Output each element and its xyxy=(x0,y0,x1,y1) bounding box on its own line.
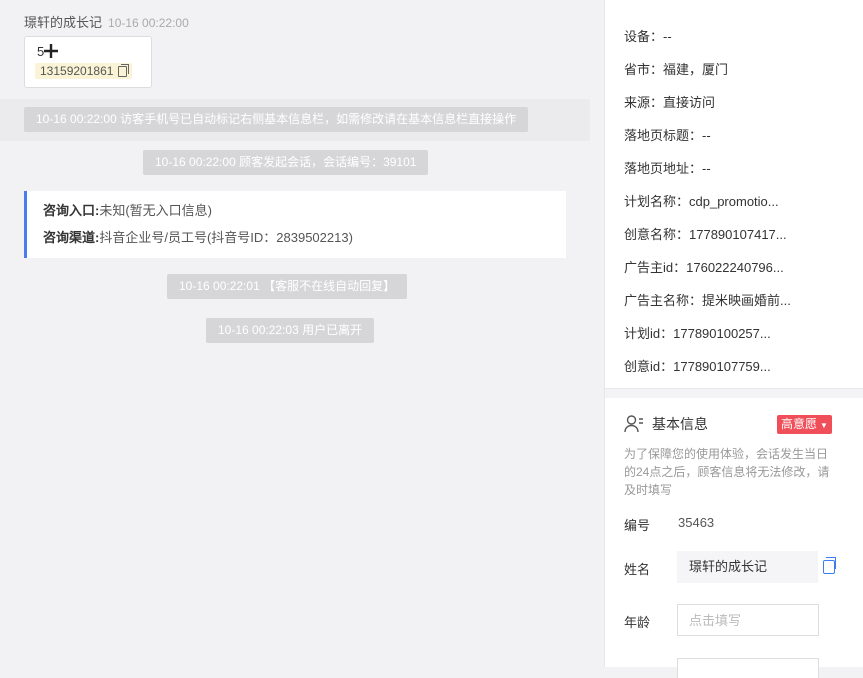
message-time: 10-16 00:22:00 xyxy=(108,16,189,30)
consult-channel-label: 咨询渠道: xyxy=(43,230,100,245)
info-label: 省市： xyxy=(624,62,664,77)
system-note-user-left: 10-16 00:22:03 用户已离开 xyxy=(206,318,375,343)
basic-info-label: 基本信息 xyxy=(652,416,708,432)
info-label: 设备： xyxy=(624,29,664,44)
id-value: 35463 xyxy=(678,515,715,530)
info-row-advertiser-id: 广告主id：176022240796... xyxy=(624,257,784,276)
intent-tag-label: 高意愿 xyxy=(781,417,818,431)
info-label: 广告主名称： xyxy=(624,293,703,308)
age-input[interactable] xyxy=(677,604,819,636)
copy-icon[interactable] xyxy=(118,63,130,77)
message-bubble: 5 13159201861 xyxy=(24,36,152,88)
info-row-landing-title: 落地页标题：-- xyxy=(624,125,711,144)
info-row-source: 来源：直接访问 xyxy=(624,92,715,111)
consult-channel-value: 抖音企业号/员工号(抖音号ID：2839502213) xyxy=(99,230,353,245)
message-header: 璟轩的成长记 10-16 00:22:00 xyxy=(24,12,189,31)
phone-number: 13159201861 xyxy=(40,64,114,78)
info-label: 计划id： xyxy=(624,326,674,341)
caret-down-icon: ▼ xyxy=(820,421,828,430)
info-row-device: 设备：-- xyxy=(624,26,672,45)
info-value: cdp_promotio... xyxy=(689,194,779,209)
info-label: 落地页标题： xyxy=(624,128,703,143)
copy-icon[interactable] xyxy=(823,557,836,574)
customer-info-panel: 设备：-- 省市：福建，厦门 来源：直接访问 落地页标题：-- 落地页地址：--… xyxy=(604,0,863,678)
phone-chip[interactable]: 13159201861 xyxy=(35,63,133,79)
user-icon xyxy=(624,415,643,433)
info-row-creative-name: 创意名称：177890107417... xyxy=(624,224,787,243)
consult-entry-label: 咨询入口: xyxy=(43,203,100,218)
info-label: 广告主id： xyxy=(624,260,687,275)
system-note-session-start: 10-16 00:22:00 顾客发起会话，会话编号：39101 xyxy=(143,150,429,175)
info-label: 计划名称： xyxy=(624,194,690,209)
info-value: 福建，厦门 xyxy=(663,62,729,77)
consult-info-card: 咨询入口:未知(暂无入口信息) 咨询渠道:抖音企业号/员工号(抖音号ID：283… xyxy=(24,191,566,258)
age-label: 年龄 xyxy=(624,615,651,630)
consult-entry-value: 未知(暂无入口信息) xyxy=(99,203,213,218)
info-row-region: 省市：福建，厦门 xyxy=(624,59,728,78)
info-label: 落地页地址： xyxy=(624,161,703,176)
next-field[interactable] xyxy=(677,658,819,678)
info-value: -- xyxy=(702,161,711,176)
cursor-icon xyxy=(44,44,59,58)
info-label: 创意名称： xyxy=(624,227,690,242)
message-text: 5 xyxy=(37,44,45,59)
info-value: 直接访问 xyxy=(663,95,716,110)
system-note-auto-reply: 10-16 00:22:01 【客服不在线自动回复】 xyxy=(167,274,408,299)
info-value: -- xyxy=(702,128,711,143)
intent-tag[interactable]: 高意愿 ▼ xyxy=(777,415,832,434)
chat-area: 璟轩的成长记 10-16 00:22:00 5 13159201861 10-16… xyxy=(0,0,604,667)
info-row-landing-url: 落地页地址：-- xyxy=(624,158,711,177)
info-label: 来源： xyxy=(624,95,664,110)
info-value: 177890107417... xyxy=(689,227,787,242)
section-divider xyxy=(605,388,863,398)
info-row-plan-name: 计划名称：cdp_promotio... xyxy=(624,191,779,210)
info-row-advertiser-name: 广告主名称：提米映画婚前... xyxy=(624,290,791,309)
info-value: 176022240796... xyxy=(686,260,784,275)
info-row-creative-id: 创意id：177890107759... xyxy=(624,356,771,375)
customer-name: 璟轩的成长记 xyxy=(24,15,103,30)
name-label: 姓名 xyxy=(624,562,651,577)
info-value: 提米映画婚前... xyxy=(702,293,791,308)
system-note-auto-tag: 10-16 00:22:00 访客手机号已自动标记右侧基本信息栏，如需修改请在基… xyxy=(24,107,529,132)
info-row-plan-id: 计划id：177890100257... xyxy=(624,323,771,342)
info-value: 177890100257... xyxy=(673,326,771,341)
info-label: 创意id： xyxy=(624,359,674,374)
name-field[interactable]: 璟轩的成长记 xyxy=(677,551,818,583)
id-label: 编号 xyxy=(624,518,651,533)
basic-info-title: 基本信息 xyxy=(624,414,708,434)
info-value: 177890107759... xyxy=(673,359,771,374)
edit-hint: 为了保障您的使用体验，会话发生当日的24点之后，顾客信息将无法修改，请及时填写 xyxy=(624,447,830,497)
info-value: -- xyxy=(663,29,672,44)
